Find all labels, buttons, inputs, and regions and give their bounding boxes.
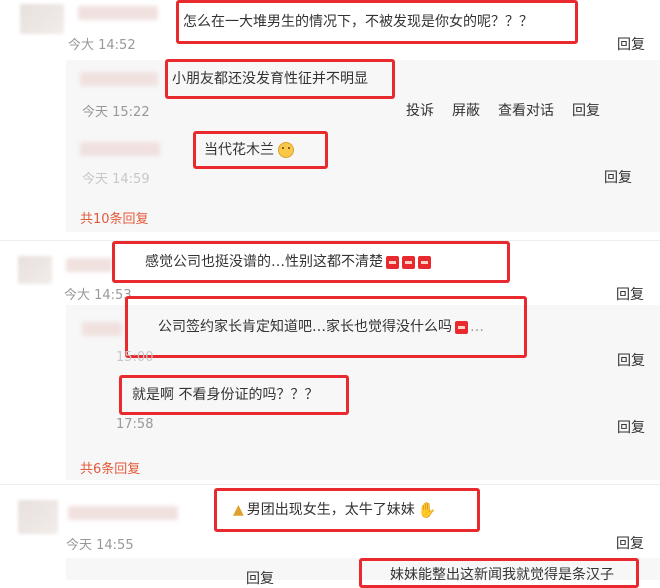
comment-text: 男团出现女生，太牛了妹妹	[246, 502, 415, 518]
reply-time: 今天 14:59	[82, 172, 150, 187]
thumbs-up-icon: ✋	[417, 501, 437, 519]
avatar[interactable]	[18, 500, 58, 534]
comment-time: 今天 14:55	[66, 538, 134, 553]
reply-text: 公司签约家长肯定知道吧…家长也觉得没什么吗	[158, 319, 452, 335]
comment-text-highlight: 怎么在一大堆男生的情况下，不被发现是你女的呢？？？	[176, 0, 578, 44]
comment-time: 今大 14:52	[68, 38, 136, 53]
reply-actions: 投诉 屏蔽 查看对话 回复	[388, 100, 600, 120]
reply-time: 今天 15:22	[82, 105, 150, 120]
divider	[0, 484, 660, 485]
reply-text-highlight: 小朋友都还没发育性征并不明显	[165, 59, 395, 99]
more-replies-link[interactable]: 共6条回复	[80, 458, 140, 477]
reply-time: 15:00	[116, 350, 154, 365]
more-replies-link[interactable]: 共10条回复	[80, 208, 149, 227]
report-button[interactable]: 投诉	[406, 100, 434, 120]
emoji-icon	[455, 320, 468, 334]
reply-time: 17:58	[116, 417, 154, 432]
reply-text-highlight: 就是啊 不看身份证的吗？？？	[119, 375, 349, 415]
reply-text: 就是啊 不看身份证的吗？？？	[132, 387, 319, 403]
avatar[interactable]	[18, 256, 52, 284]
username[interactable]	[66, 258, 112, 272]
reply-button[interactable]: 回复	[572, 100, 600, 120]
reply-text-highlight: 妹妹能整出这新闻我就觉得是条汉子	[359, 558, 639, 588]
reply-button[interactable]: 回复	[246, 568, 274, 588]
ellipsis: …	[470, 319, 484, 335]
username[interactable]	[78, 6, 158, 20]
praying-hands-icon: ▲	[233, 502, 244, 518]
username[interactable]	[68, 506, 178, 520]
reply-button[interactable]: 回复	[604, 167, 632, 187]
avatar[interactable]	[20, 4, 64, 34]
emoji-icon	[418, 255, 431, 269]
reply-button[interactable]: 回复	[617, 350, 645, 370]
emoji-icon	[402, 255, 415, 269]
reply-text-highlight: 当代花木兰	[193, 131, 328, 169]
reply-username[interactable]	[80, 142, 160, 156]
reply-username[interactable]	[82, 322, 122, 336]
comment-text-highlight: ▲ 男团出现女生，太牛了妹妹 ✋	[214, 488, 480, 532]
reply-text: 当代花木兰	[204, 142, 274, 158]
block-button[interactable]: 屏蔽	[452, 100, 480, 120]
reply-button[interactable]: 回复	[617, 34, 645, 54]
reply-username[interactable]	[80, 72, 158, 86]
comment-text: 怎么在一大堆男生的情况下，不被发现是你女的呢？？？	[183, 14, 533, 30]
reply-text-highlight: 公司签约家长肯定知道吧…家长也觉得没什么吗 …	[125, 296, 527, 358]
comment-text: 感觉公司也挺没谱的…性别这都不清楚	[145, 254, 383, 270]
reply-button[interactable]: 回复	[616, 284, 644, 304]
view-conversation-button[interactable]: 查看对话	[498, 100, 554, 120]
reply-button[interactable]: 回复	[617, 417, 645, 437]
reply-button[interactable]: 回复	[616, 533, 644, 553]
smirk-face-icon	[278, 142, 294, 158]
comment-time: 今大 14:53	[64, 288, 132, 303]
reply-text: 小朋友都还没发育性征并不明显	[172, 71, 368, 87]
emoji-icon	[386, 255, 399, 269]
comment-text-highlight: 感觉公司也挺没谱的…性别这都不清楚	[112, 241, 510, 283]
reply-text: 妹妹能整出这新闻我就觉得是条汉子	[390, 567, 614, 583]
